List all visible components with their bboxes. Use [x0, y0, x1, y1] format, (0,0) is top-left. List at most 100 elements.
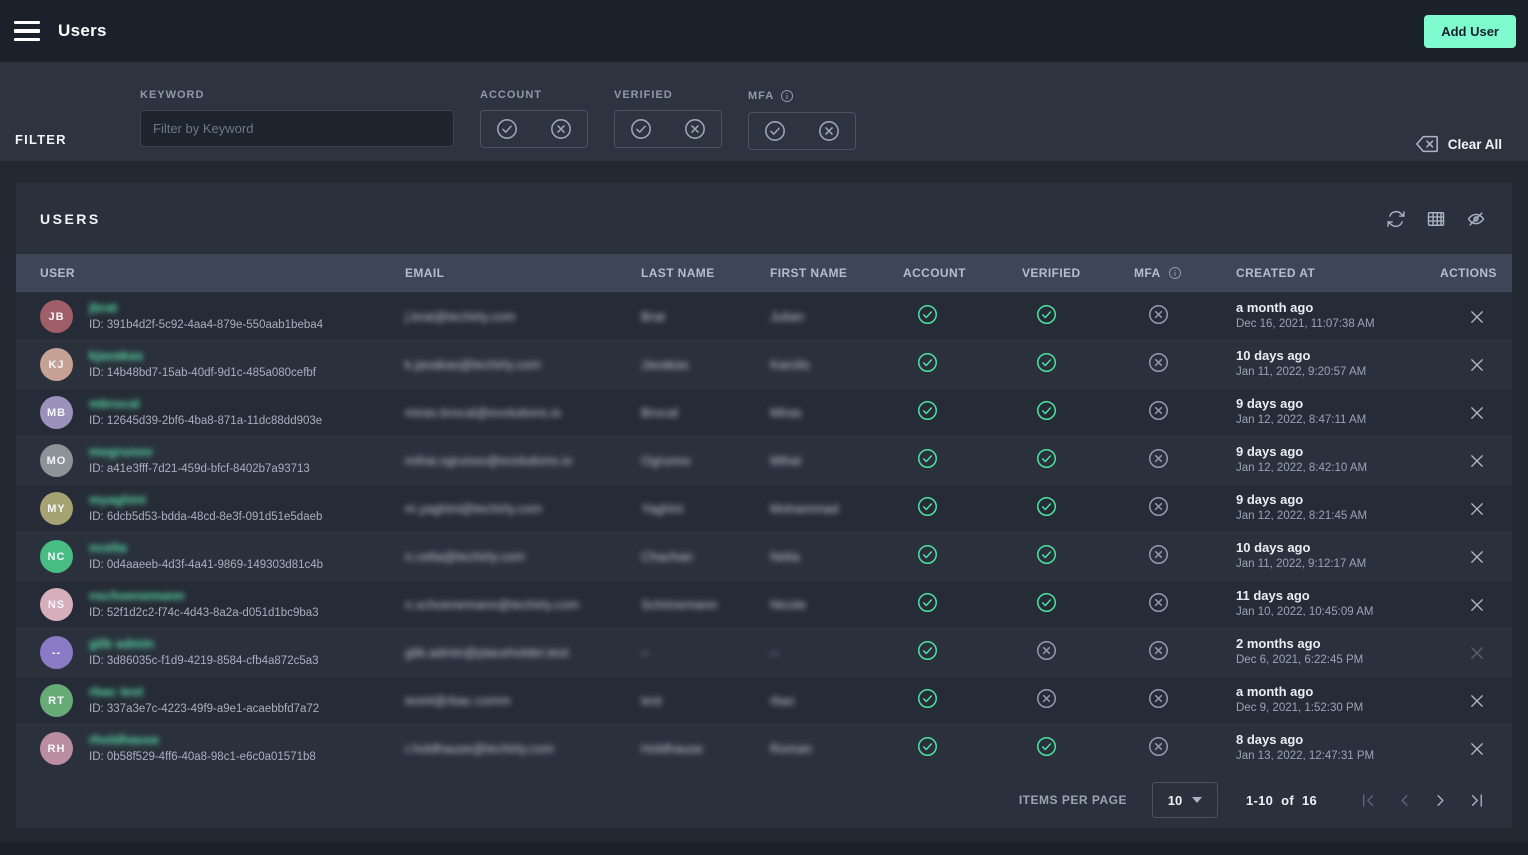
table-row[interactable]: JB jbrat ID: 391b4d2f-5c92-4aa4-879e-550… [16, 292, 1512, 340]
actions-cell [1440, 548, 1488, 566]
user-cell: NC ncelta ID: 0d4aaeeb-4d3f-4a41-9869-14… [40, 540, 405, 573]
email-cell: n.celta@techirly.com [405, 549, 641, 564]
delete-user-button[interactable] [1468, 644, 1486, 662]
mfa-status-icon [1148, 496, 1169, 517]
column-header-last-name[interactable]: LAST NAME [641, 266, 770, 280]
mfa-filter-toggle [748, 112, 856, 150]
column-header-account[interactable]: ACCOUNT [903, 266, 1022, 280]
table-header-row: USER EMAIL LAST NAME FIRST NAME ACCOUNT … [16, 254, 1512, 292]
avatar: MO [40, 444, 73, 477]
created-at-cell: a month ago Dec 16, 2021, 11:07:38 AM [1236, 300, 1440, 332]
account-filter-toggle [480, 110, 588, 148]
verified-status-cell [1022, 688, 1134, 714]
table-row[interactable]: MY myaghini ID: 6dcb5d53-bdda-48cd-8e3f-… [16, 484, 1512, 532]
delete-user-button[interactable] [1468, 452, 1486, 470]
first-name-cell: Julian [770, 309, 903, 324]
delete-user-button[interactable] [1468, 500, 1486, 518]
keyword-filter-group: KEYWORD [140, 89, 454, 147]
username-link[interactable]: kjavakas [89, 348, 316, 364]
created-relative: 9 days ago [1236, 492, 1440, 509]
keyword-input[interactable] [140, 110, 454, 147]
created-exact: Jan 11, 2022, 9:12:17 AM [1236, 557, 1440, 573]
verified-status-cell [1022, 352, 1134, 378]
username-link[interactable]: rholdhause [89, 732, 316, 748]
username-link[interactable]: rbac test [89, 684, 319, 700]
actions-cell [1440, 500, 1488, 518]
user-id: ID: 3d86035c-f1d9-4219-8584-cfb4a872c5a3 [89, 654, 319, 669]
last-name-cell: Yaghini [641, 501, 770, 516]
verified-filter-yes-icon[interactable] [630, 118, 652, 140]
previous-page-icon[interactable] [1395, 791, 1414, 810]
table-row[interactable]: MB mbrocal ID: 12645d39-2bf6-4ba8-871a-1… [16, 388, 1512, 436]
username-link[interactable]: myaghini [89, 492, 322, 508]
account-filter-yes-icon[interactable] [496, 118, 518, 140]
username-link[interactable]: ncelta [89, 540, 323, 556]
column-header-first-name[interactable]: FIRST NAME [770, 266, 903, 280]
delete-user-button[interactable] [1468, 692, 1486, 710]
column-header-verified[interactable]: VERIFIED [1022, 266, 1134, 280]
user-cell: RH rholdhause ID: 0b58f529-4ff6-40a8-98c… [40, 732, 405, 765]
menu-icon[interactable] [14, 21, 40, 41]
delete-user-button[interactable] [1468, 548, 1486, 566]
table-columns-icon[interactable] [1426, 209, 1446, 229]
table-row[interactable]: RH rholdhause ID: 0b58f529-4ff6-40a8-98c… [16, 724, 1512, 772]
account-status-icon [917, 496, 938, 517]
clear-all-button[interactable]: Clear All [1415, 134, 1502, 154]
column-header-created-at[interactable]: CREATED AT [1236, 266, 1440, 280]
verified-filter-label: VERIFIED [614, 89, 722, 101]
table-row[interactable]: KJ kjavakas ID: 14b48bd7-15ab-40df-9d1c-… [16, 340, 1512, 388]
column-header-user[interactable]: USER [40, 266, 405, 280]
table-row[interactable]: NS nschoenemann ID: 52f1d2c2-f74c-4d43-8… [16, 580, 1512, 628]
items-per-page-select[interactable]: 10 [1152, 782, 1218, 818]
info-icon[interactable] [1168, 266, 1182, 280]
column-header-mfa[interactable]: MFA [1134, 266, 1236, 280]
first-name-cell: Mihai [770, 453, 903, 468]
info-icon[interactable] [780, 89, 794, 103]
mfa-filter-no-icon[interactable] [818, 120, 840, 142]
last-name-cell: Ogrunov [641, 453, 770, 468]
delete-user-button[interactable] [1468, 740, 1486, 758]
table-row[interactable]: RT rbac test ID: 337a3e7c-4223-49f9-a9e1… [16, 676, 1512, 724]
username-link[interactable]: nschoenemann [89, 588, 319, 604]
next-page-icon[interactable] [1431, 791, 1450, 810]
username-link[interactable]: glib admin [89, 636, 319, 652]
verified-filter-no-icon[interactable] [684, 118, 706, 140]
add-user-button[interactable]: Add User [1424, 15, 1516, 48]
refresh-icon[interactable] [1386, 209, 1406, 229]
eye-off-icon[interactable] [1466, 209, 1486, 229]
first-name-cell: Mohammad [770, 501, 903, 516]
first-name-cell: Miras [770, 405, 903, 420]
table-row[interactable]: NC ncelta ID: 0d4aaeeb-4d3f-4a41-9869-14… [16, 532, 1512, 580]
total-text: 16 [1302, 793, 1317, 808]
table-row[interactable]: -- glib admin ID: 3d86035c-f1d9-4219-858… [16, 628, 1512, 676]
account-status-icon [917, 544, 938, 565]
delete-user-button[interactable] [1468, 356, 1486, 374]
account-filter-no-icon[interactable] [550, 118, 572, 140]
page-range: 1-10 of 16 [1246, 793, 1317, 808]
last-name-cell: Brocal [641, 405, 770, 420]
page-title: Users [58, 21, 107, 41]
verified-filter-group: VERIFIED [614, 89, 722, 148]
main-content: USERS USER EMAIL LAST NAME FIRST NAME AC… [0, 161, 1528, 828]
created-relative: 9 days ago [1236, 444, 1440, 461]
user-cell: -- glib admin ID: 3d86035c-f1d9-4219-858… [40, 636, 405, 669]
account-status-icon [917, 448, 938, 469]
created-exact: Jan 12, 2022, 8:42:10 AM [1236, 461, 1440, 477]
mfa-filter-yes-icon[interactable] [764, 120, 786, 142]
last-page-icon[interactable] [1467, 791, 1486, 810]
column-header-email[interactable]: EMAIL [405, 266, 641, 280]
username-link[interactable]: mbrocal [89, 396, 322, 412]
first-page-icon[interactable] [1359, 791, 1378, 810]
username-link[interactable]: jbrat [89, 300, 323, 316]
clear-all-label: Clear All [1448, 137, 1502, 152]
table-row[interactable]: MO mogrunov ID: a41e3fff-7d21-459d-bfcf-… [16, 436, 1512, 484]
email-cell: test4@rbac.comm [405, 693, 641, 708]
delete-user-button[interactable] [1468, 308, 1486, 326]
actions-cell [1440, 308, 1488, 326]
delete-user-button[interactable] [1468, 596, 1486, 614]
username-link[interactable]: mogrunov [89, 444, 310, 460]
created-at-cell: 10 days ago Jan 11, 2022, 9:12:17 AM [1236, 540, 1440, 572]
mfa-status-cell [1134, 352, 1236, 378]
user-identity: jbrat ID: 391b4d2f-5c92-4aa4-879e-550aab… [89, 300, 323, 332]
delete-user-button[interactable] [1468, 404, 1486, 422]
